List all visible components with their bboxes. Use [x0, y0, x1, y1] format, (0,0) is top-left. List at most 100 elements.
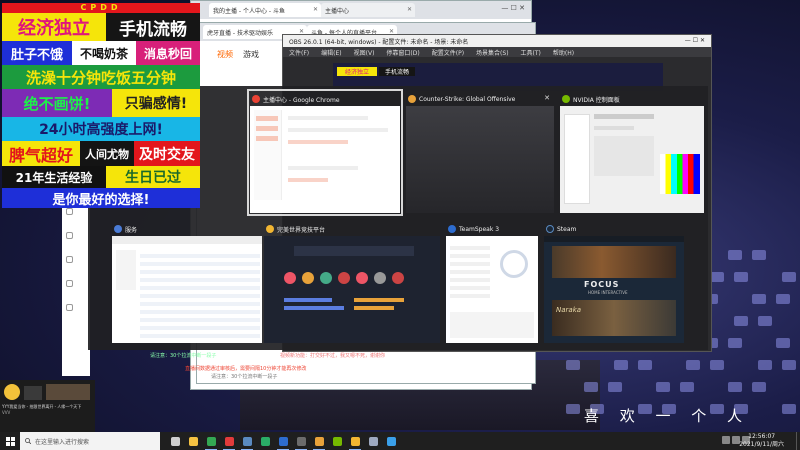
wallpaper-light — [728, 382, 742, 392]
browser-tab[interactable]: 主播中心 ✕ — [321, 3, 415, 17]
cam-caption: YYY我爱当你 - 拍跟世界离开 - 人缘一个天下 — [2, 404, 82, 409]
window-controls-icon[interactable]: — ☐ ✕ — [685, 37, 705, 45]
csgo-icon — [408, 95, 416, 103]
taskbar-app[interactable] — [202, 432, 220, 450]
steam-game-title: Naraka — [556, 306, 582, 314]
wallpaper-light — [584, 382, 598, 392]
obs-menubar: 文件(F) 编辑(E) 视图(V) 停靠窗口(D) 配置文件(P) 场景集合(S… — [283, 47, 711, 57]
overlay-cell: 肚子不饿 — [2, 41, 72, 65]
services-icon — [114, 225, 122, 233]
browser-tab[interactable]: 我的主播 - 个人中心 - 斗鱼 ✕ — [209, 3, 321, 17]
qq-icon — [386, 436, 396, 446]
tile-label: NVIDIA 控制面板 — [573, 96, 620, 104]
tab-close-icon[interactable]: ✕ — [407, 6, 412, 13]
wallpaper-light — [566, 360, 580, 370]
clock-date: 2021/9/11/周六 — [739, 441, 784, 448]
services-icon — [368, 436, 378, 446]
switcher-tile-nvidia[interactable]: NVIDIA 控制面板 — [560, 92, 704, 213]
switcher-tile-perfect-world[interactable]: 完美世界竞技平台 — [264, 222, 440, 343]
overlay-row: 24小时高强度上网! — [2, 117, 200, 141]
obs-titlebar: OBS 26.0.1 (64-bit, windows) - 配置文件: 未命名… — [283, 35, 711, 47]
taskbar-app[interactable] — [256, 432, 274, 450]
menu-file[interactable]: 文件(F) — [289, 48, 309, 57]
menu-scene-collection[interactable]: 场景集合(S) — [476, 48, 509, 57]
overlay-cell: 手机流畅 — [106, 13, 200, 41]
wallpaper-light — [608, 382, 622, 392]
menu-profile[interactable]: 配置文件(P) — [432, 48, 464, 57]
wallpaper-light — [566, 404, 580, 414]
wallpaper-light — [782, 272, 796, 282]
taskbar-app[interactable] — [220, 432, 238, 450]
overlay-row: 21年生活经验 生日已过 — [2, 166, 200, 188]
tile-label: 主播中心 - Google Chrome — [263, 96, 340, 104]
taskbar-search[interactable]: 在这里输入进行搜索 — [20, 432, 160, 450]
taskbar-app[interactable] — [292, 432, 310, 450]
sidebar-icon[interactable] — [66, 208, 73, 215]
taskbar-app[interactable] — [328, 432, 346, 450]
nav-games[interactable]: 游戏 — [243, 49, 259, 60]
taskbar-app[interactable] — [184, 432, 202, 450]
sidebar-icon[interactable] — [66, 232, 73, 239]
wallpaper-light — [710, 272, 724, 282]
menu-edit[interactable]: 编辑(E) — [321, 48, 341, 57]
steam-icon — [546, 225, 554, 233]
taskbar-clock[interactable]: 12:56:07 2021/9/11/周六 — [739, 432, 784, 450]
taskbar-app[interactable] — [238, 432, 256, 450]
window-controls-icon[interactable]: — ☐ ✕ — [501, 4, 525, 12]
overlay-row: 肚子不饿 不喝奶茶 消息秒回 — [2, 41, 200, 65]
overlay-cell: 不喝奶茶 — [72, 41, 136, 65]
wallpaper-light — [728, 250, 742, 260]
overlay-row: 经济独立 手机流畅 — [2, 13, 200, 41]
menu-tools[interactable]: 工具(T) — [521, 48, 541, 57]
tile-label: 服务 — [125, 226, 138, 234]
switcher-tile-chrome[interactable]: 主播中心 - Google Chrome — [247, 89, 403, 216]
chrome-icon — [252, 95, 260, 103]
taskbar-app[interactable] — [274, 432, 292, 450]
wallpaper-light — [728, 338, 742, 348]
sidebar-icon[interactable] — [66, 304, 73, 311]
taskbar-app[interactable] — [310, 432, 328, 450]
netease-music-icon — [224, 436, 234, 446]
menu-view[interactable]: 视图(V) — [354, 48, 375, 57]
notice-text: 请注意：30个拉流中断一段子 — [211, 374, 278, 380]
overlay-cell: 脾气超好 — [2, 141, 80, 166]
hint-text: 直播间数据通过审核后，需要间隔10分钟才能再次修改 — [185, 366, 307, 372]
nav-video[interactable]: 视频 — [217, 49, 233, 60]
wechat-icon — [260, 436, 270, 446]
switcher-tile-services[interactable]: 服务 — [112, 222, 262, 343]
browser-tab-title: 主播中心 — [325, 8, 350, 15]
sidebar-icon[interactable] — [66, 256, 73, 263]
show-desktop-button[interactable] — [796, 432, 800, 450]
notice-line: 请注意：30个拉流中断一段子 — [150, 353, 217, 359]
sidebar-icon[interactable] — [66, 280, 73, 287]
menu-help[interactable]: 帮助(H) — [553, 48, 574, 57]
csgo-icon — [314, 436, 324, 446]
overlay-cell: 人间尤物 — [80, 141, 134, 166]
avatar — [4, 384, 20, 400]
switcher-tile-csgo[interactable]: Counter-Strike: Global Offensive ✕ — [406, 92, 554, 213]
tile-thumbnail — [446, 236, 538, 343]
taskbar-app[interactable] — [364, 432, 382, 450]
overlay-row: 绝不画饼! 只骗感情! — [2, 89, 200, 117]
overlay-cell: 及时交友 — [134, 141, 200, 166]
tile-thumbnail — [250, 106, 400, 213]
start-button[interactable] — [0, 432, 20, 450]
close-icon[interactable]: ✕ — [544, 94, 550, 102]
taskbar: 在这里输入进行搜索 12:56:07 2021/9/11/周六 — [0, 432, 800, 450]
tray-icon[interactable] — [722, 436, 730, 444]
switcher-tile-steam[interactable]: Steam FOCUS HOME INTERACTIVE Naraka — [544, 222, 684, 343]
chrome-icon — [206, 436, 216, 446]
taskbar-app[interactable] — [382, 432, 400, 450]
taskbar-app[interactable] — [346, 432, 364, 450]
menu-docks[interactable]: 停靠窗口(D) — [386, 48, 419, 57]
tab-close-icon[interactable]: ✕ — [313, 6, 318, 13]
tile-label: Steam — [557, 225, 577, 233]
perfect-world-icon — [350, 436, 360, 446]
steam-banner-sub: HOME INTERACTIVE — [588, 290, 628, 295]
wallpaper-light — [776, 294, 790, 304]
wallpaper-light — [734, 272, 748, 282]
avatar — [46, 384, 90, 400]
tile-thumbnail — [560, 106, 704, 213]
taskbar-app[interactable] — [166, 432, 184, 450]
switcher-tile-teamspeak[interactable]: TeamSpeak 3 — [446, 222, 538, 343]
